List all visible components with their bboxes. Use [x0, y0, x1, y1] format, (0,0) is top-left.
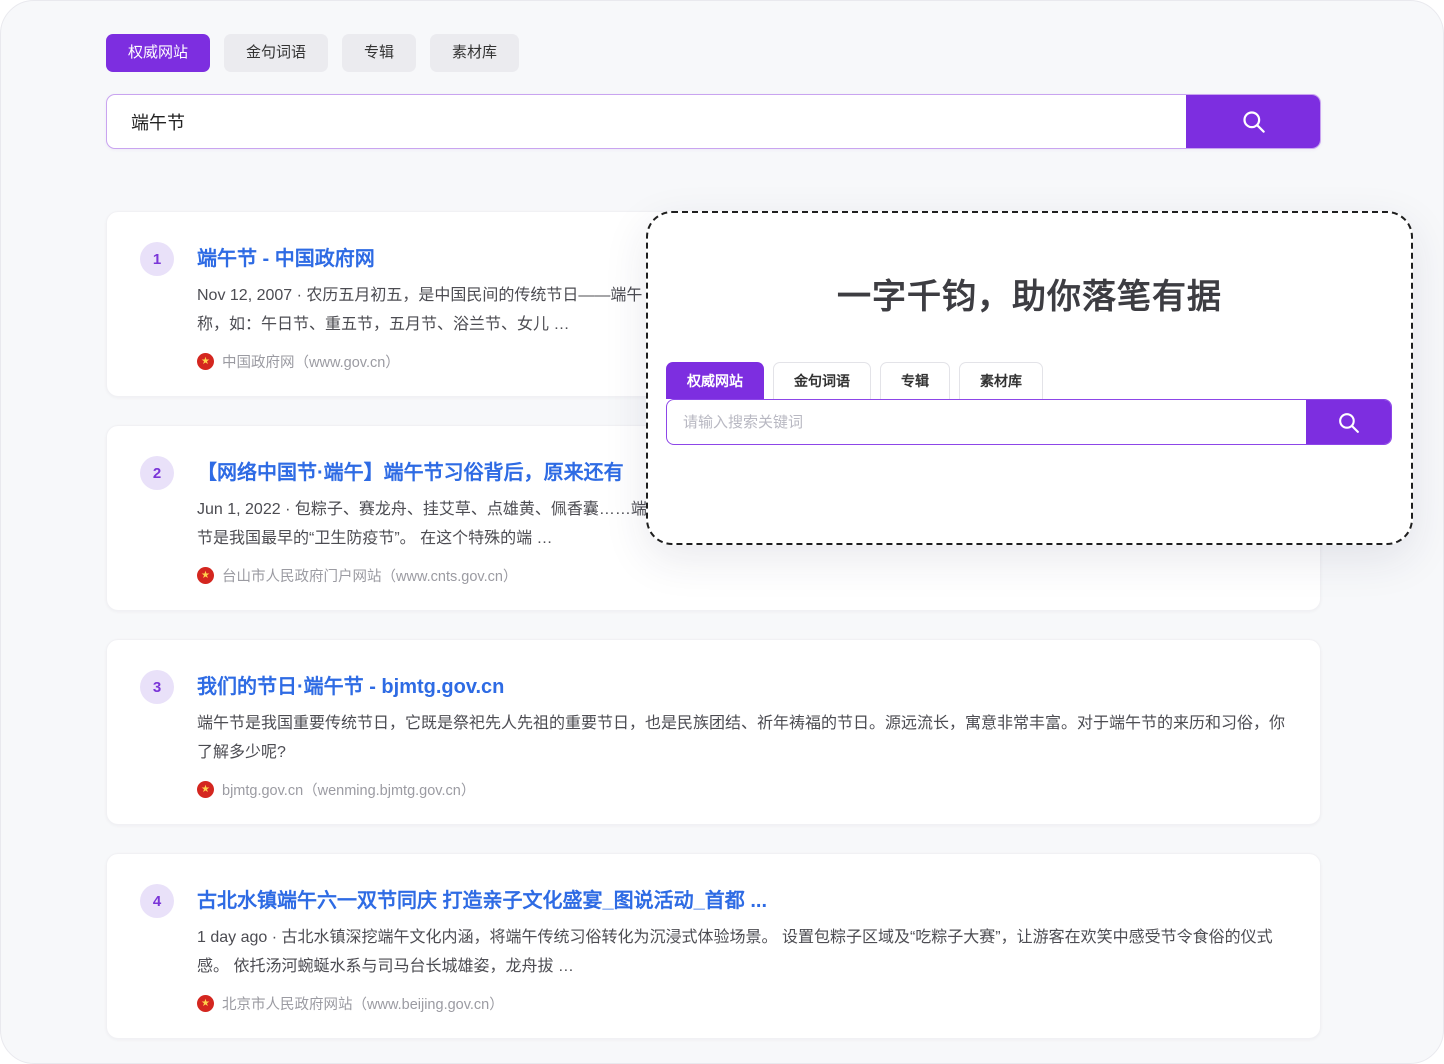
category-tabs: 权威网站 金句词语 专辑 素材库 [106, 34, 1321, 72]
overlay-tab-material-library[interactable]: 素材库 [959, 362, 1043, 399]
search-input[interactable] [107, 95, 1186, 148]
overlay-tab-albums[interactable]: 专辑 [880, 362, 950, 399]
tab-material-library[interactable]: 素材库 [430, 34, 519, 72]
overlay-title: 一字千钧，助你落笔有据 [648, 269, 1411, 318]
overlay-search-bar [666, 399, 1392, 445]
result-card: 3 我们的节日·端午节 - bjmtg.gov.cn 端午节是我国重要传统节日，… [106, 639, 1321, 825]
tab-authoritative-sites[interactable]: 权威网站 [106, 34, 210, 72]
gov-emblem-icon: ★ [197, 781, 214, 798]
result-snippet: 端午节是我国重要传统节日，它既是祭祀先人先祖的重要节日，也是民族团结、祈年祷福的… [197, 709, 1286, 767]
source-label: 中国政府网（www.gov.cn） [222, 351, 400, 372]
result-title-link[interactable]: 我们的节日·端午节 - bjmtg.gov.cn [197, 670, 1286, 699]
result-card: 4 古北水镇端午六一双节同庆 打造亲子文化盛宴_图说活动_首都 ... 1 da… [106, 853, 1321, 1039]
result-source: ★ 北京市人民政府网站（www.beijing.gov.cn） [197, 993, 1286, 1014]
result-title-link[interactable]: 古北水镇端午六一双节同庆 打造亲子文化盛宴_图说活动_首都 ... [197, 884, 1286, 913]
search-bar [106, 94, 1321, 149]
overlay-search-input[interactable] [667, 400, 1306, 444]
tab-albums[interactable]: 专辑 [342, 34, 416, 72]
overlay-tab-golden-phrases[interactable]: 金句词语 [773, 362, 871, 399]
gov-emblem-icon: ★ [197, 567, 214, 584]
gov-emblem-icon: ★ [197, 995, 214, 1012]
app-window: 权威网站 金句词语 专辑 素材库 1 端午节 - 中国政府网 Nov 12, [0, 0, 1444, 1064]
source-label: 台山市人民政府门户网站（www.cnts.gov.cn） [222, 565, 517, 586]
rank-badge: 4 [140, 884, 174, 918]
magnifier-icon [1240, 108, 1267, 135]
gov-emblem-icon: ★ [197, 353, 214, 370]
result-snippet: 1 day ago · 古北水镇深挖端午文化内涵，将端午传统习俗转化为沉浸式体验… [197, 923, 1286, 981]
source-label: bjmtg.gov.cn（wenming.bjmtg.gov.cn） [222, 779, 475, 800]
rank-badge: 3 [140, 670, 174, 704]
tab-golden-phrases[interactable]: 金句词语 [224, 34, 328, 72]
overlay-tab-authoritative-sites[interactable]: 权威网站 [666, 362, 764, 399]
rank-badge: 2 [140, 456, 174, 490]
search-button[interactable] [1186, 95, 1320, 148]
promo-overlay: 一字千钧，助你落笔有据 权威网站 金句词语 专辑 素材库 [646, 211, 1413, 545]
rank-badge: 1 [140, 242, 174, 276]
overlay-search-button[interactable] [1306, 400, 1391, 444]
source-label: 北京市人民政府网站（www.beijing.gov.cn） [222, 993, 504, 1014]
result-source: ★ 台山市人民政府门户网站（www.cnts.gov.cn） [197, 565, 1286, 586]
result-source: ★ bjmtg.gov.cn（wenming.bjmtg.gov.cn） [197, 779, 1286, 800]
magnifier-icon [1336, 410, 1361, 435]
overlay-category-tabs: 权威网站 金句词语 专辑 素材库 [666, 362, 1392, 399]
